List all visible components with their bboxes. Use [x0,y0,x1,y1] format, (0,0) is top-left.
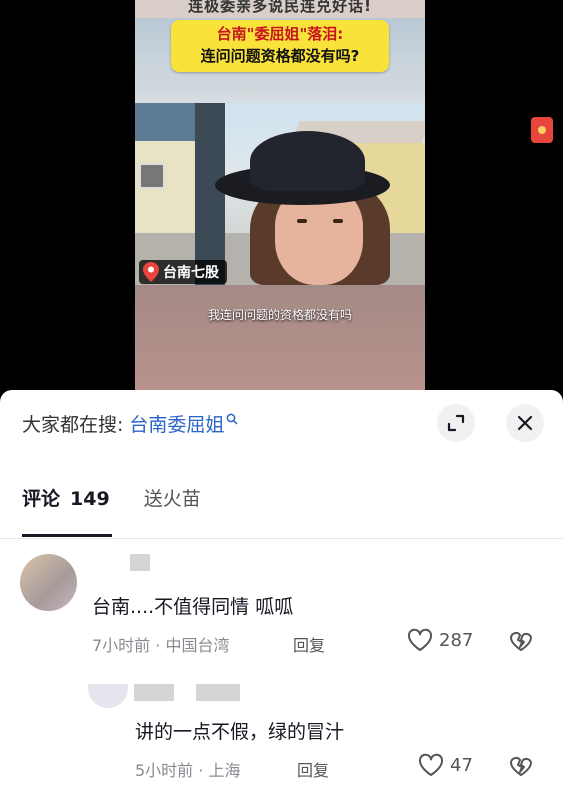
eye [297,219,307,223]
username-redacted[interactable] [196,684,240,701]
comment-location: 上海 [208,761,241,780]
avatar[interactable] [20,554,77,611]
comment-time: 5小时前 [135,761,194,780]
active-tab-indicator [22,534,112,537]
scene-building-left [135,138,197,248]
video-player[interactable]: 连极委亲多说民连兑好话! 台南"委屈姐"落泪: 连问问题资格都没有吗? 台南七股… [0,0,563,392]
dislike-icon[interactable] [509,755,533,777]
comment-time: 7小时前 [92,636,151,655]
red-envelope-icon[interactable] [531,117,553,143]
tab-comments[interactable]: 评论 149 [22,484,110,511]
avatar[interactable] [88,684,128,708]
top-caption-strip: 连极委亲多说民连兑好话! [135,0,425,18]
video-subtitle: 我连问问题的资格都没有吗 [207,308,352,322]
trending-search[interactable]: 大家都在搜: 台南委屈姐 [22,410,238,437]
location-pin-icon [143,262,159,282]
eye [333,219,343,223]
username-redacted[interactable] [134,684,174,701]
reply-button[interactable]: 回复 [293,632,325,656]
heart-icon [418,753,444,776]
comment-count: 149 [70,488,110,510]
comment-location: 中国台湾 [165,636,230,655]
comment-tabs: 评论 149 送火苗 [22,484,201,511]
tab-send-fire[interactable]: 送火苗 [144,484,201,511]
video-scene: 台南七股 [135,103,425,285]
trending-search-label: 大家都在搜: [22,414,124,436]
search-icon [227,413,238,425]
headline-line-1: 台南"委屈姐"落泪: [216,25,344,43]
expand-icon [447,414,465,432]
location-tag-label: 台南七股 [163,265,219,281]
location-tag[interactable]: 台南七股 [139,260,227,284]
heart-icon [407,628,433,651]
top-caption: 连极委亲多说民连兑好话! [188,0,372,15]
username-redacted[interactable] [130,554,150,571]
headline-line-2: 连问问题资格都没有吗? [200,47,360,65]
tab-comments-label: 评论 [22,488,61,510]
trending-search-term[interactable]: 台南委屈姐 [129,410,224,437]
reply-button[interactable]: 回复 [297,757,329,781]
meta-separator: · [155,636,166,655]
comment-meta: 7小时前 · 中国台湾 [92,632,229,656]
headline-banner: 台南"委屈姐"落泪: 连问问题资格都没有吗? [171,20,389,72]
video-frame[interactable]: 连极委亲多说民连兑好话! 台南"委屈姐"落泪: 连问问题资格都没有吗? 台南七股… [135,0,425,392]
hat-crown [250,131,365,191]
like-count: 287 [439,629,474,651]
comment-sheet: 大家都在搜: 台南委屈姐 评论 149 送火苗 台南....不值得同情 呱呱 7小… [0,390,563,798]
dislike-icon[interactable] [509,630,533,652]
comment-meta: 5小时前 · 上海 [135,757,240,781]
meta-separator: · [198,761,209,780]
close-icon [517,415,533,431]
close-button[interactable] [506,404,544,442]
expand-button[interactable] [437,404,475,442]
divider [0,538,563,539]
like-button[interactable]: 47 [418,753,473,777]
like-button[interactable]: 287 [407,628,473,652]
comment-text: 台南....不值得同情 呱呱 [92,596,294,618]
scene-pillar [195,103,225,285]
scene-window [139,163,165,189]
comment-text: 讲的一点不假，绿的冒汁 [135,721,345,743]
like-count: 47 [450,754,473,776]
